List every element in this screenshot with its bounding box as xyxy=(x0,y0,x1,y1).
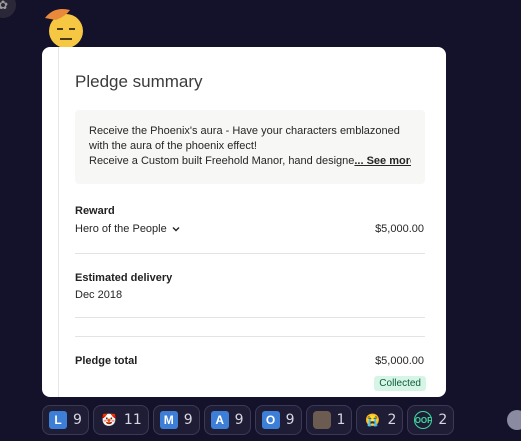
description-line: with the aura of the phoenix effect! xyxy=(89,140,257,152)
reaction-clown[interactable]: 🤡 11 xyxy=(92,405,149,435)
reaction-count: 9 xyxy=(183,412,193,428)
reaction-oof[interactable]: OOF 2 xyxy=(407,405,455,435)
pledge-summary-title: Pledge summary xyxy=(75,72,203,91)
reaction-count: 9 xyxy=(285,412,295,428)
person-face-icon xyxy=(312,411,331,429)
chevron-down-icon xyxy=(172,227,180,232)
divider xyxy=(75,253,425,254)
oof-icon: OOF xyxy=(414,411,433,429)
letter-a-icon: A xyxy=(210,411,229,429)
letter-m-icon: M xyxy=(159,411,178,429)
pledge-summary-card: Pledge summary Receive the Phoenix's aur… xyxy=(42,47,446,397)
status-badge: Collected xyxy=(374,376,426,391)
reaction-count: 2 xyxy=(387,412,397,428)
reaction-count: 9 xyxy=(234,412,244,428)
reaction-letter-l[interactable]: L 9 xyxy=(42,405,89,435)
reward-amount: $5,000.00 xyxy=(375,223,424,235)
clown-icon: 🤡 xyxy=(101,413,117,427)
reward-label: Reward xyxy=(75,205,115,217)
reaction-crying-face[interactable]: 😭 2 xyxy=(356,405,404,435)
reaction-count: 1 xyxy=(336,412,346,428)
reward-name: Hero of the People xyxy=(75,223,167,235)
description-line: Receive the Phoenix's aura - Have your c… xyxy=(89,125,400,137)
reward-description: Receive the Phoenix's aura - Have your c… xyxy=(75,110,425,184)
pledge-total-label: Pledge total xyxy=(75,355,138,367)
see-more-link[interactable]: ... See more xyxy=(354,155,411,167)
reward-selector[interactable]: Hero of the People xyxy=(75,223,180,235)
letter-l-icon: L xyxy=(49,411,67,429)
add-reaction-icon[interactable] xyxy=(507,410,521,430)
delivery-date: Dec 2018 xyxy=(75,289,123,301)
reaction-person-face[interactable]: 1 xyxy=(305,405,353,435)
reaction-letter-m[interactable]: M 9 xyxy=(152,405,200,435)
reaction-bar: L 9 🤡 11 M 9 A 9 O 9 1 😭 2 OOF 2 xyxy=(42,405,455,435)
reaction-letter-o[interactable]: O 9 xyxy=(254,405,302,435)
pledge-total-amount: $5,000.00 xyxy=(375,355,424,367)
reaction-letter-a[interactable]: A 9 xyxy=(203,405,251,435)
salute-emoji-icon xyxy=(45,9,83,48)
divider xyxy=(75,317,425,318)
crying-face-icon: 😭 xyxy=(364,413,380,427)
description-line: Receive a Custom built Freehold Manor, h… xyxy=(89,155,355,167)
reaction-count: 9 xyxy=(73,412,82,428)
reaction-count: 11 xyxy=(123,412,142,428)
reaction-count: 2 xyxy=(438,412,448,428)
user-avatar[interactable]: ✿ xyxy=(0,0,16,18)
letter-o-icon: O xyxy=(261,411,280,429)
delivery-label: Estimated delivery xyxy=(75,272,173,284)
divider xyxy=(75,336,425,337)
